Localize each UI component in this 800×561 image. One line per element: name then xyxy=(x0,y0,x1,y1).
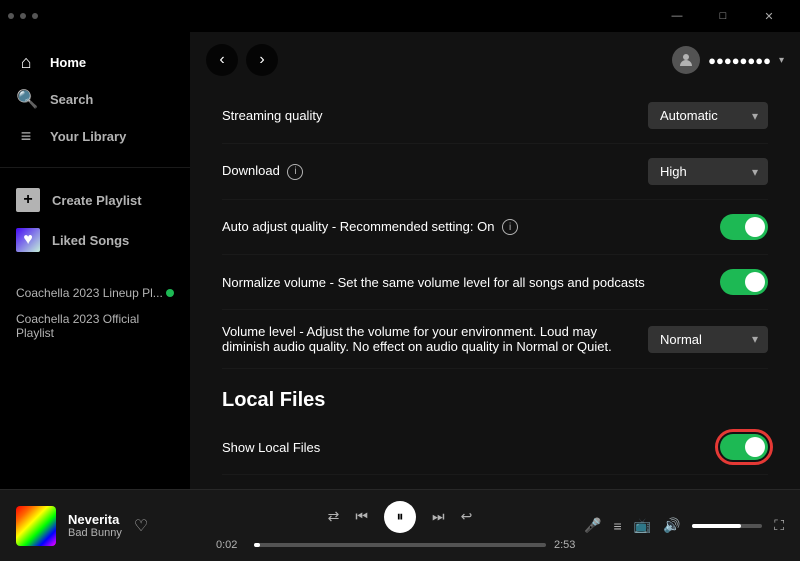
show-local-files-toggle[interactable] xyxy=(720,434,768,460)
player-controls: ⇄ ⏮ ⏸ ⏭ ↩ xyxy=(328,501,473,533)
playlist-item-coachella-lineup[interactable]: Coachella 2023 Lineup Pl... xyxy=(0,280,190,306)
streaming-quality-dropdown-wrapper: Automatic Low Normal High Very High xyxy=(648,102,768,129)
current-time: 0:02 xyxy=(216,539,246,551)
user-name: ●●●●●●●● xyxy=(708,53,771,68)
streaming-quality-row: Streaming quality Automatic Low Normal H… xyxy=(222,88,768,144)
liked-songs-action[interactable]: ♥ Liked Songs xyxy=(0,220,190,260)
create-playlist-label: Create Playlist xyxy=(52,193,142,208)
download-dropdown-wrapper: Low Normal High Very High xyxy=(648,158,768,185)
sidebar-item-search-label: Search xyxy=(50,92,93,107)
titlebar-menu-dots[interactable] xyxy=(8,13,38,19)
download-info-icon[interactable]: i xyxy=(287,164,303,180)
track-info: Neverita Bad Bunny xyxy=(68,512,122,539)
back-button[interactable]: ‹ xyxy=(206,44,238,76)
streaming-quality-dropdown[interactable]: Automatic Low Normal High Very High xyxy=(648,102,768,129)
shuffle-button[interactable]: ⇄ xyxy=(328,508,340,525)
normalize-volume-label: Normalize volume - Set the same volume l… xyxy=(222,275,720,290)
forward-button[interactable]: › xyxy=(246,44,278,76)
download-label: Download i xyxy=(222,163,648,180)
sidebar-item-library-label: Your Library xyxy=(50,129,126,144)
volume-level-dropdown[interactable]: Quiet Normal Loud xyxy=(648,326,768,353)
sidebar-playlists: Coachella 2023 Lineup Pl... Coachella 20… xyxy=(0,272,190,354)
liked-songs-label: Liked Songs xyxy=(52,233,129,248)
user-area[interactable]: ●●●●●●●● ▾ xyxy=(672,46,784,74)
window-controls: — □ ✕ xyxy=(654,0,792,32)
content-area: ‹ › ●●●●●●●● ▾ Streaming quality Automat… xyxy=(190,32,800,489)
sidebar-item-home[interactable]: ⌂ Home xyxy=(0,44,190,81)
playlist-item-coachella-official[interactable]: Coachella 2023 Official Playlist xyxy=(0,306,190,346)
sidebar-item-library[interactable]: ≡ Your Library xyxy=(0,118,190,155)
volume-icon[interactable]: 🔊 xyxy=(663,517,680,534)
volume-level-label: Volume level - Adjust the volume for you… xyxy=(222,324,648,354)
create-playlist-icon: + xyxy=(16,188,40,212)
library-icon: ≡ xyxy=(16,126,36,147)
play-pause-button[interactable]: ⏸ xyxy=(384,501,416,533)
home-icon: ⌂ xyxy=(16,52,36,73)
minimize-button[interactable]: — xyxy=(654,0,700,32)
show-local-files-row: Show Local Files xyxy=(222,420,768,475)
nav-arrows: ‹ › xyxy=(206,44,278,76)
volume-level-dropdown-wrapper: Quiet Normal Loud xyxy=(648,326,768,353)
total-time: 2:53 xyxy=(554,539,584,551)
now-playing-bar: Neverita Bad Bunny ♡ ⇄ ⏮ ⏸ ⏭ ↩ 0:02 2:53… xyxy=(0,489,800,561)
normalize-volume-row: Normalize volume - Set the same volume l… xyxy=(222,255,768,310)
queue-button[interactable]: ≡ xyxy=(613,518,621,534)
sidebar-nav: ⌂ Home 🔍 Search ≡ Your Library xyxy=(0,32,190,167)
show-songs-from-header: Show songs from xyxy=(222,475,768,489)
search-icon: 🔍 xyxy=(16,89,36,110)
progress-fill xyxy=(254,543,260,547)
progress-bar-container: 0:02 2:53 xyxy=(216,539,584,551)
close-button[interactable]: ✕ xyxy=(746,0,792,32)
volume-bar[interactable] xyxy=(692,524,762,528)
auto-adjust-toggle[interactable] xyxy=(720,214,768,240)
settings-scroll: Streaming quality Automatic Low Normal H… xyxy=(190,88,800,489)
menu-dot xyxy=(8,13,14,19)
auto-adjust-info-icon[interactable]: i xyxy=(502,219,518,235)
fullscreen-button[interactable]: ⛶ xyxy=(774,517,784,534)
playlist-name: Coachella 2023 Official Playlist xyxy=(16,312,174,340)
track-name: Neverita xyxy=(68,512,122,527)
user-avatar xyxy=(672,46,700,74)
playlist-name: Coachella 2023 Lineup Pl... xyxy=(16,286,163,300)
sidebar: ⌂ Home 🔍 Search ≡ Your Library + Create … xyxy=(0,32,190,489)
now-playing-right: 🎤 ≡ 📺 🔊 ⛶ xyxy=(584,517,784,534)
liked-songs-icon: ♥ xyxy=(16,228,40,252)
titlebar: — □ ✕ xyxy=(0,0,800,32)
sidebar-item-home-label: Home xyxy=(50,55,86,70)
show-local-files-label: Show Local Files xyxy=(222,440,720,455)
create-playlist-action[interactable]: + Create Playlist xyxy=(0,180,190,220)
menu-dot xyxy=(20,13,26,19)
menu-dot xyxy=(32,13,38,19)
download-row: Download i Low Normal High Very High xyxy=(222,144,768,200)
normalize-volume-toggle[interactable] xyxy=(720,269,768,295)
streaming-quality-label: Streaming quality xyxy=(222,108,648,123)
lyrics-button[interactable]: 🎤 xyxy=(584,517,601,534)
now-playing-left: Neverita Bad Bunny ♡ xyxy=(16,506,216,546)
local-files-header: Local Files xyxy=(222,369,768,420)
devices-button[interactable]: 📺 xyxy=(634,517,651,534)
track-artist: Bad Bunny xyxy=(68,527,122,539)
playlist-active-dot xyxy=(166,289,174,297)
volume-level-row: Volume level - Adjust the volume for you… xyxy=(222,310,768,369)
volume-fill xyxy=(692,524,741,528)
progress-bar[interactable] xyxy=(254,543,546,547)
album-art xyxy=(16,506,56,546)
sidebar-item-search[interactable]: 🔍 Search xyxy=(0,81,190,118)
user-chevron-icon: ▾ xyxy=(779,55,784,66)
previous-button[interactable]: ⏮ xyxy=(355,508,368,525)
auto-adjust-label: Auto adjust quality - Recommended settin… xyxy=(222,219,720,236)
auto-adjust-row: Auto adjust quality - Recommended settin… xyxy=(222,200,768,255)
maximize-button[interactable]: □ xyxy=(700,0,746,32)
like-button[interactable]: ♡ xyxy=(134,516,148,536)
main-layout: ⌂ Home 🔍 Search ≡ Your Library + Create … xyxy=(0,32,800,489)
now-playing-center: ⇄ ⏮ ⏸ ⏭ ↩ 0:02 2:53 xyxy=(216,501,584,551)
sidebar-actions: + Create Playlist ♥ Liked Songs xyxy=(0,167,190,272)
repeat-button[interactable]: ↩ xyxy=(461,508,473,525)
next-button[interactable]: ⏭ xyxy=(432,508,445,525)
download-dropdown[interactable]: Low Normal High Very High xyxy=(648,158,768,185)
nav-bar: ‹ › ●●●●●●●● ▾ xyxy=(190,32,800,88)
